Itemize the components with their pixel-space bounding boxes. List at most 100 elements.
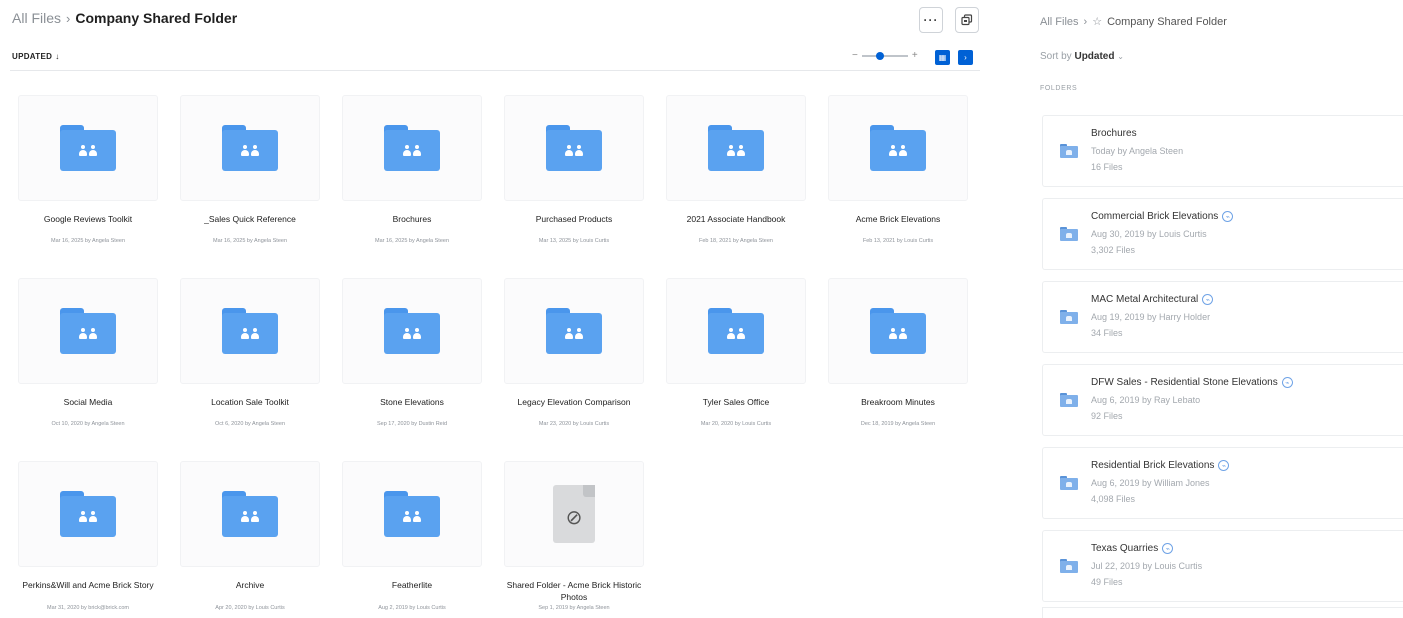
tile-thumbnail[interactable] <box>504 95 644 201</box>
folder-title[interactable]: DFW Sales - Residential Stone Elevations <box>1091 377 1278 388</box>
tile-name[interactable]: Social Media <box>12 396 164 408</box>
zoom-slider[interactable] <box>861 51 908 60</box>
breadcrumb: All Files › Company Shared Folder <box>12 10 237 26</box>
tile-thumbnail[interactable] <box>180 95 320 201</box>
page-title: Company Shared Folder <box>75 10 238 26</box>
folder-tile[interactable]: Brochures Mar 16, 2025 by Angela Steen <box>342 95 482 260</box>
tile-thumbnail[interactable] <box>666 95 806 201</box>
folder-tile[interactable]: Social Media Oct 10, 2020 by Angela Steen <box>18 278 158 443</box>
tile-thumbnail[interactable] <box>342 461 482 567</box>
folder-list-item[interactable]: Residential Brick Elevations ⌁ Aug 6, 2019… <box>1042 447 1403 519</box>
grid-view-button[interactable]: ▦ <box>935 50 950 65</box>
tile-name[interactable]: Stone Elevations <box>336 396 488 408</box>
file-count: 16 Files <box>1091 162 1123 172</box>
tile-thumbnail[interactable] <box>828 95 968 201</box>
tile-meta: Mar 16, 2025 by Angela Steen <box>213 238 287 244</box>
folder-meta: Aug 6, 2019 by Ray Lebato <box>1091 395 1201 405</box>
folder-tile[interactable]: Legacy Elevation Comparison Mar 23, 2020 … <box>504 278 644 443</box>
folder-meta: Jul 22, 2019 by Louis Curtis <box>1091 561 1203 571</box>
tile-name[interactable]: _Sales Quick Reference <box>174 213 326 225</box>
list-item[interactable] <box>1042 607 1403 618</box>
folder-list-item[interactable]: Commercial Brick Elevations ⌁ Aug 30, 2019… <box>1042 198 1403 270</box>
tile-name[interactable]: Shared Folder - Acme Brick Historic Phot… <box>498 579 650 603</box>
tile-thumbnail[interactable] <box>18 95 158 201</box>
tile-thumbnail[interactable] <box>18 278 158 384</box>
folder-tile[interactable]: Tyler Sales Office Mar 20, 2020 by Louis … <box>666 278 806 443</box>
tile-thumbnail[interactable] <box>342 278 482 384</box>
tile-name[interactable]: Legacy Elevation Comparison <box>498 396 650 408</box>
details-toggle-button[interactable]: › <box>958 50 973 65</box>
folder-list-item[interactable]: Brochures Today by Angela Steen 16 Files <box>1042 115 1403 187</box>
tile-name[interactable]: Tyler Sales Office <box>660 396 812 408</box>
folder-title[interactable]: MAC Metal Architectural <box>1091 294 1198 305</box>
breadcrumb-all-files-link[interactable]: All Files <box>1040 16 1079 28</box>
chevron-right-icon: › <box>964 53 967 62</box>
copy-button[interactable] <box>955 7 979 33</box>
tile-name[interactable]: Breakroom Minutes <box>822 396 974 408</box>
tile-name[interactable]: Google Reviews Toolkit <box>12 213 164 225</box>
folder-tile[interactable]: Location Sale Toolkit Oct 6, 2020 by Ange… <box>180 278 320 443</box>
shared-folder-icon <box>1060 393 1078 407</box>
file-count: 92 Files <box>1091 411 1123 421</box>
folder-tile[interactable]: Perkins&Will and Acme Brick Story Mar 31,… <box>18 461 158 618</box>
tile-meta: Feb 13, 2021 by Louis Curtis <box>862 238 934 244</box>
tile-thumbnail[interactable] <box>666 278 806 384</box>
breadcrumb-all-files-link[interactable]: All Files <box>12 10 61 26</box>
folder-tile[interactable]: Breakroom Minutes Dec 18, 2019 by Angela … <box>828 278 968 443</box>
tile-name[interactable]: Location Sale Toolkit <box>174 396 326 408</box>
tile-thumbnail[interactable]: ⊘ <box>504 461 644 567</box>
folder-title[interactable]: Commercial Brick Elevations <box>1091 211 1218 222</box>
folder-tile[interactable]: Purchased Products Mar 13, 2025 by Louis … <box>504 95 644 260</box>
folder-meta: Today by Angela Steen <box>1091 146 1184 156</box>
tile-thumbnail[interactable] <box>504 278 644 384</box>
tile-thumbnail[interactable] <box>180 461 320 567</box>
tile-name[interactable]: Brochures <box>336 213 488 225</box>
divider <box>10 70 980 71</box>
file-count: 49 Files <box>1091 577 1123 587</box>
tile-thumbnail[interactable] <box>828 278 968 384</box>
folder-tile[interactable]: Featherlite Aug 2, 2019 by Louis Curtis <box>342 461 482 618</box>
tile-meta: Dec 18, 2019 by Angela Steen <box>860 421 936 427</box>
tile-name[interactable]: 2021 Associate Handbook <box>660 213 812 225</box>
tile-name[interactable]: Archive <box>174 579 326 591</box>
shared-folder-icon <box>384 491 440 537</box>
star-outline-icon[interactable]: ☆ <box>1092 15 1102 28</box>
more-options-button[interactable]: ··· <box>919 7 943 33</box>
folder-list-item[interactable]: DFW Sales - Residential Stone Elevations… <box>1042 364 1403 436</box>
tile-meta: Feb 18, 2021 by Angela Steen <box>698 238 773 244</box>
shared-folder-icon <box>384 125 440 171</box>
folder-tile[interactable]: Google Reviews Toolkit Mar 16, 2025 by An… <box>18 95 158 260</box>
tile-meta: Sep 1, 2019 by Angela Steen <box>538 605 610 611</box>
shared-folder-icon <box>708 308 764 354</box>
tile-thumbnail[interactable] <box>342 95 482 201</box>
shared-folder-icon <box>384 308 440 354</box>
folder-tile[interactable]: _Sales Quick Reference Mar 16, 2025 by An… <box>180 95 320 260</box>
folder-meta: Aug 6, 2019 by William Jones <box>1091 478 1210 488</box>
sort-dropdown[interactable]: Sort by Updated ⌄ <box>1040 51 1124 62</box>
tile-thumbnail[interactable] <box>18 461 158 567</box>
zoom-out-button[interactable]: − <box>852 50 858 61</box>
sort-toggle[interactable]: UPDATED ↓ <box>12 52 60 61</box>
weblink-tile[interactable]: ⊘ Shared Folder - Acme Brick Historic Pho… <box>504 461 644 618</box>
file-count: 34 Files <box>1091 328 1123 338</box>
folder-list-item[interactable]: Texas Quarries ⌁ Jul 22, 2019 by Louis Cur… <box>1042 530 1403 602</box>
shared-folder-icon <box>60 308 116 354</box>
tile-name[interactable]: Featherlite <box>336 579 488 591</box>
tile-meta: Mar 16, 2025 by Angela Steen <box>51 238 125 244</box>
folder-tile[interactable]: 2021 Associate Handbook Feb 18, 2021 by A… <box>666 95 806 260</box>
tile-name[interactable]: Perkins&Will and Acme Brick Story <box>12 579 164 591</box>
chevron-right-icon: › <box>1083 15 1088 28</box>
sort-value: Updated <box>1074 51 1115 62</box>
folder-tile[interactable]: Acme Brick Elevations Feb 13, 2021 by Lou… <box>828 95 968 260</box>
zoom-slider-handle[interactable] <box>875 51 884 60</box>
folder-tile[interactable]: Stone Elevations Sep 17, 2020 by Dustin R… <box>342 278 482 443</box>
tile-name[interactable]: Purchased Products <box>498 213 650 225</box>
folder-tile[interactable]: Archive Apr 20, 2020 by Louis Curtis <box>180 461 320 618</box>
folder-title[interactable]: Brochures <box>1091 128 1137 139</box>
zoom-in-button[interactable]: + <box>912 50 918 61</box>
tile-thumbnail[interactable] <box>180 278 320 384</box>
folder-list-item[interactable]: MAC Metal Architectural ⌁ Aug 19, 2019 by … <box>1042 281 1403 353</box>
tile-name[interactable]: Acme Brick Elevations <box>822 213 974 225</box>
folder-title[interactable]: Residential Brick Elevations <box>1091 460 1214 471</box>
folder-title[interactable]: Texas Quarries <box>1091 543 1158 554</box>
